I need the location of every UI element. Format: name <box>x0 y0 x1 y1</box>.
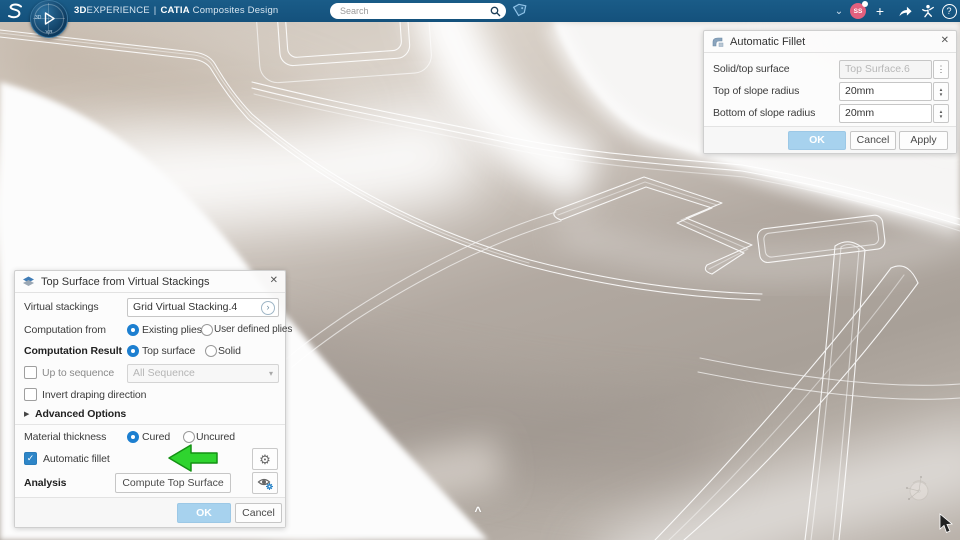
uncured-label[interactable]: Uncured <box>196 431 235 443</box>
solid-top-surface-selector[interactable]: ⋮ <box>933 60 949 79</box>
top-slope-radius-stepper[interactable]: ▲ ▼ <box>933 82 949 101</box>
fillet-dialog-title: Automatic Fillet <box>730 35 806 48</box>
expand-actionbar-chevron-icon[interactable]: ^ <box>470 504 486 518</box>
analysis-label: Analysis <box>24 477 67 489</box>
brand-3d: 3D <box>74 5 87 16</box>
advanced-options-expander-icon[interactable]: ▶ <box>24 410 29 418</box>
search-input[interactable] <box>330 4 490 18</box>
advanced-options-label[interactable]: Advanced Options <box>35 408 126 420</box>
top-surface-option-label[interactable]: Top surface <box>142 345 195 357</box>
top-slope-radius-label: Top of slope radius <box>713 85 800 97</box>
gear-icon: ⚙ <box>259 451 271 467</box>
user-defined-plies-label[interactable]: User defined plies <box>214 324 292 335</box>
compass-widget[interactable]: 3D V.R <box>30 0 68 38</box>
app-title: 3DEXPERIENCE | CATIA Composites Design <box>74 0 278 22</box>
avatar-initials: SS <box>853 7 863 15</box>
brand-experience: EXPERIENCE <box>86 5 150 16</box>
cured-label[interactable]: Cured <box>142 431 170 443</box>
analysis-display-button[interactable] <box>252 472 278 494</box>
check-icon: ✓ <box>26 453 35 463</box>
top-slope-radius-field[interactable]: 20mm <box>839 82 932 101</box>
automatic-fillet-checkbox[interactable]: ✓ <box>24 452 37 465</box>
collaboration-icon[interactable] <box>919 0 937 22</box>
bottom-slope-radius-stepper[interactable]: ▲ ▼ <box>933 104 949 123</box>
top-surface-dialog-title: Top Surface from Virtual Stackings <box>41 275 210 288</box>
compass-3d-label: 3D <box>35 15 42 21</box>
user-avatar[interactable]: SS <box>850 1 868 19</box>
cancel-button[interactable]: Cancel <box>235 503 282 523</box>
search-icon[interactable] <box>490 6 501 17</box>
radio-top-surface[interactable] <box>127 345 139 357</box>
help-glyph: ? <box>941 3 957 19</box>
sequence-dropdown[interactable]: All Sequence ▾ <box>127 364 279 383</box>
computation-result-label: Computation Result <box>24 345 122 357</box>
notification-dot <box>862 1 868 7</box>
radio-cured[interactable] <box>127 431 139 443</box>
invert-draping-label[interactable]: Invert draping direction <box>42 389 147 401</box>
material-thickness-label: Material thickness <box>24 431 107 443</box>
apply-button[interactable]: Apply <box>899 131 948 150</box>
brand-catia: CATIA <box>160 5 190 16</box>
tag-icon[interactable] <box>511 3 527 24</box>
automatic-fillet-label[interactable]: Automatic fillet <box>43 453 110 465</box>
automatic-fillet-dialog-titlebar[interactable]: Automatic Fillet ✕ <box>704 31 956 53</box>
cancel-button[interactable]: Cancel <box>850 131 896 150</box>
virtual-stacking-dialog-icon <box>23 276 34 286</box>
radio-user-defined-plies[interactable] <box>201 324 213 336</box>
spinner-down-icon[interactable]: ▼ <box>939 92 943 97</box>
top-surface-dialog-titlebar[interactable]: Top Surface from Virtual Stackings ✕ <box>15 271 285 293</box>
bottom-slope-radius-field[interactable]: 20mm <box>839 104 932 123</box>
virtual-stackings-label: Virtual stackings <box>24 301 99 313</box>
top-surface-dialog: Top Surface from Virtual Stackings ✕ Vir… <box>14 270 292 528</box>
existing-plies-label[interactable]: Existing plies <box>142 324 202 336</box>
virtual-stackings-field[interactable]: Grid Virtual Stacking.4 › <box>127 298 279 317</box>
up-to-sequence-label[interactable]: Up to sequence <box>42 367 114 379</box>
search-bar[interactable] <box>330 3 506 19</box>
automatic-fillet-dialog: Automatic Fillet ✕ Solid/top surface Top… <box>703 30 957 154</box>
radio-solid[interactable] <box>205 345 217 357</box>
fillet-settings-button[interactable]: ⚙ <box>252 448 278 470</box>
dropdown-arrow-icon: ▾ <box>268 369 273 378</box>
close-icon[interactable]: ✕ <box>270 275 278 286</box>
chevron-down-icon[interactable]: ⌄ <box>832 0 846 22</box>
spinner-down-icon[interactable]: ▼ <box>939 114 943 119</box>
3ds-logo-icon[interactable] <box>6 3 24 24</box>
help-icon[interactable]: ? <box>941 0 957 22</box>
invert-draping-checkbox[interactable] <box>24 388 37 401</box>
radio-existing-plies[interactable] <box>127 324 139 336</box>
brand-separator: | <box>153 5 157 16</box>
solid-option-label[interactable]: Solid <box>218 345 241 357</box>
fillet-dialog-icon <box>712 37 724 47</box>
solid-top-surface-field[interactable]: Top Surface.6 <box>839 60 932 79</box>
share-icon[interactable] <box>896 0 914 22</box>
brand-app-name: Composites Design <box>192 5 279 16</box>
compass-vr-label: V.R <box>45 29 53 34</box>
bottom-slope-radius-label: Bottom of slope radius <box>713 107 816 119</box>
divider <box>15 424 285 425</box>
eye-gear-icon <box>257 478 273 490</box>
virtual-stackings-value: Grid Virtual Stacking.4 <box>133 301 238 313</box>
ok-button[interactable]: OK <box>177 503 231 523</box>
sequence-dropdown-value: All Sequence <box>133 367 195 379</box>
add-content-button[interactable]: + <box>872 0 888 22</box>
fillet-dialog-footer: OK Cancel Apply <box>704 126 956 153</box>
top-surface-dialog-footer: OK Cancel <box>15 497 285 527</box>
ok-button[interactable]: OK <box>788 131 846 150</box>
selection-list-icon[interactable]: › <box>261 301 275 315</box>
computation-from-label: Computation from <box>24 324 106 336</box>
solid-top-surface-label: Solid/top surface <box>713 63 790 75</box>
close-icon[interactable]: ✕ <box>941 35 949 46</box>
radio-uncured[interactable] <box>183 431 195 443</box>
top-bar: 3DEXPERIENCE|CATIA Composites Design ⌄ S… <box>0 0 960 22</box>
green-highlight-arrow <box>167 443 219 478</box>
up-to-sequence-checkbox[interactable] <box>24 366 37 379</box>
